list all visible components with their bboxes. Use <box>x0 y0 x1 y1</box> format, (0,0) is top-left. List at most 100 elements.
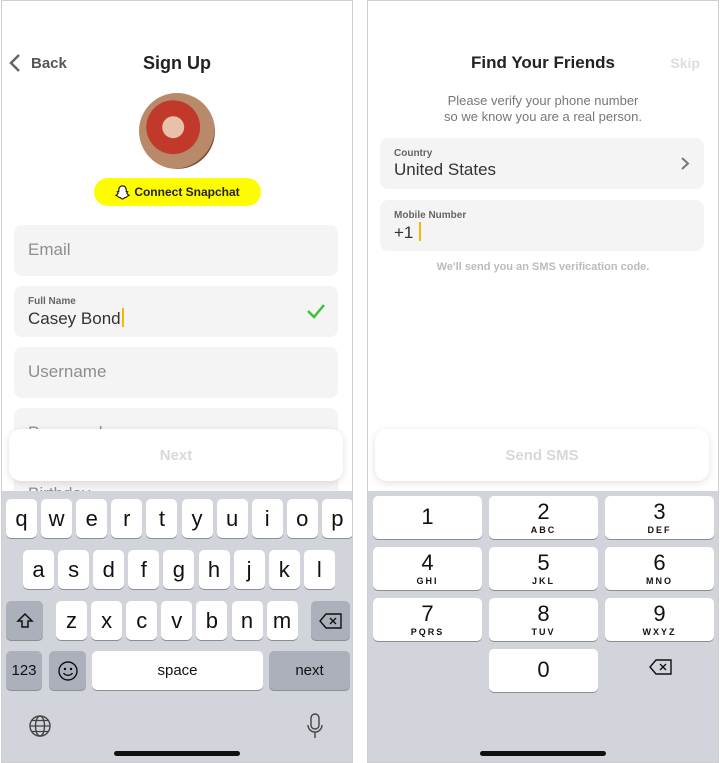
letter-key[interactable]: q <box>6 499 37 538</box>
avatar[interactable] <box>139 93 215 169</box>
home-indicator <box>480 751 606 756</box>
backspace-icon[interactable] <box>649 659 673 675</box>
digit-key[interactable]: 5 JKL <box>489 547 598 590</box>
letter-key-label: k <box>278 556 290 582</box>
country-selector[interactable]: Country United States <box>380 138 704 189</box>
letter-key-label: g <box>172 556 186 582</box>
shift-key[interactable] <box>6 601 43 640</box>
chevron-right-icon <box>681 157 690 170</box>
letter-key-label: x <box>101 607 113 633</box>
next-key[interactable]: next <box>269 651 350 690</box>
letter-key-label: y <box>191 505 203 531</box>
globe-icon[interactable] <box>28 714 52 738</box>
letter-key[interactable]: k <box>268 550 300 589</box>
letter-key[interactable]: n <box>231 601 263 640</box>
email-field[interactable]: Email <box>14 225 338 276</box>
next-key-label: next <box>295 662 324 679</box>
letter-key[interactable]: m <box>266 601 298 640</box>
send-sms-label: Send SMS <box>505 446 579 464</box>
letter-key[interactable]: s <box>58 550 90 589</box>
digit-key[interactable]: 2 ABC <box>489 496 598 539</box>
email-placeholder: Email <box>28 240 71 259</box>
letter-key[interactable]: t <box>146 499 178 538</box>
letter-key[interactable]: y <box>181 499 213 538</box>
connect-snapchat-button[interactable]: Connect Snapchat <box>94 178 261 206</box>
text-caret <box>419 222 422 241</box>
letter-key[interactable]: a <box>23 550 54 589</box>
sign-up-screen: Back Sign Up Connect Snapchat Email Full… <box>1 0 353 763</box>
subtitle-line-2: so we know you are a real person. <box>444 109 642 124</box>
letter-key-label: q <box>15 505 28 531</box>
letter-key[interactable]: b <box>196 601 228 640</box>
next-button[interactable]: Next <box>9 429 343 481</box>
digit-key[interactable]: 8 TUV <box>489 598 598 641</box>
letter-key[interactable]: c <box>126 601 158 640</box>
backspace-icon <box>318 612 342 629</box>
space-key[interactable]: space <box>92 651 263 690</box>
letter-key[interactable]: h <box>198 550 230 589</box>
letters-label: MNO <box>646 576 673 586</box>
letters-label: DEF <box>647 525 672 535</box>
letter-key[interactable]: x <box>91 601 123 640</box>
digit-label: 9 <box>653 601 666 626</box>
microphone-icon[interactable] <box>305 712 325 740</box>
letters-label: JKL <box>531 576 555 586</box>
connect-snapchat-label: Connect Snapchat <box>134 185 240 199</box>
letter-key[interactable]: w <box>41 499 73 538</box>
mobile-number-field[interactable]: Mobile Number +1 <box>380 200 704 251</box>
username-field[interactable]: Username <box>14 347 338 398</box>
letter-key[interactable]: e <box>76 499 108 538</box>
letter-key-label: e <box>85 505 98 531</box>
backspace-key[interactable] <box>311 601 350 640</box>
letter-key-label: o <box>296 505 309 531</box>
full-name-value: Casey Bond <box>28 309 121 328</box>
digit-key[interactable]: 6 MNO <box>605 547 714 590</box>
full-name-field[interactable]: Full Name Casey Bond <box>14 286 338 337</box>
digit-label: 3 <box>653 499 666 524</box>
letter-key-label: d <box>102 556 115 582</box>
letter-key[interactable]: d <box>93 550 125 589</box>
letter-key[interactable]: z <box>56 601 87 640</box>
digit-label: 6 <box>653 550 666 575</box>
subtitle: Please verify your phone number so we kn… <box>368 93 718 125</box>
digit-key[interactable]: 0 <box>489 649 598 692</box>
digit-key[interactable]: 4 GHI <box>373 547 482 590</box>
skip-button[interactable]: Skip <box>670 55 700 71</box>
letters-label: ABC <box>530 525 557 535</box>
snapchat-ghost-icon <box>115 184 131 200</box>
send-sms-button[interactable]: Send SMS <box>375 429 709 481</box>
digit-label: 1 <box>421 504 434 529</box>
letter-key[interactable]: p <box>321 499 352 538</box>
letter-key[interactable]: i <box>251 499 283 538</box>
digit-label: 4 <box>421 550 434 575</box>
letter-key[interactable]: l <box>303 550 335 589</box>
letter-key[interactable]: g <box>163 550 195 589</box>
letter-key-label: i <box>264 505 270 531</box>
letter-key[interactable]: r <box>111 499 143 538</box>
letter-key-label: w <box>48 505 65 531</box>
letter-key[interactable]: f <box>128 550 160 589</box>
letter-key-label: s <box>68 556 80 582</box>
letter-key-label: n <box>240 607 254 633</box>
digit-key[interactable]: 7 PQRS <box>373 598 482 641</box>
space-key-label: space <box>157 662 198 679</box>
page-title: Sign Up <box>143 53 211 73</box>
letter-key[interactable]: u <box>216 499 248 538</box>
letter-key[interactable]: v <box>161 601 193 640</box>
numbers-key[interactable]: 123 <box>6 651 42 690</box>
letter-key[interactable]: j <box>233 550 265 589</box>
emoji-key[interactable] <box>49 651 86 690</box>
letter-key-label: l <box>316 556 322 582</box>
letters-label: WXYZ <box>642 627 677 637</box>
digit-label: 8 <box>537 601 550 626</box>
digit-key[interactable]: 9 WXYZ <box>605 598 714 641</box>
letter-key[interactable]: o <box>286 499 318 538</box>
letter-key-label: p <box>331 505 344 531</box>
letter-key-label: b <box>205 607 219 633</box>
letter-key-label: m <box>272 607 292 633</box>
find-friends-screen: Find Your Friends Skip Please verify you… <box>367 0 719 763</box>
digit-key[interactable]: 1 <box>373 496 482 539</box>
digit-key[interactable]: 3 DEF <box>605 496 714 539</box>
home-indicator <box>114 751 240 756</box>
text-caret <box>121 308 124 327</box>
